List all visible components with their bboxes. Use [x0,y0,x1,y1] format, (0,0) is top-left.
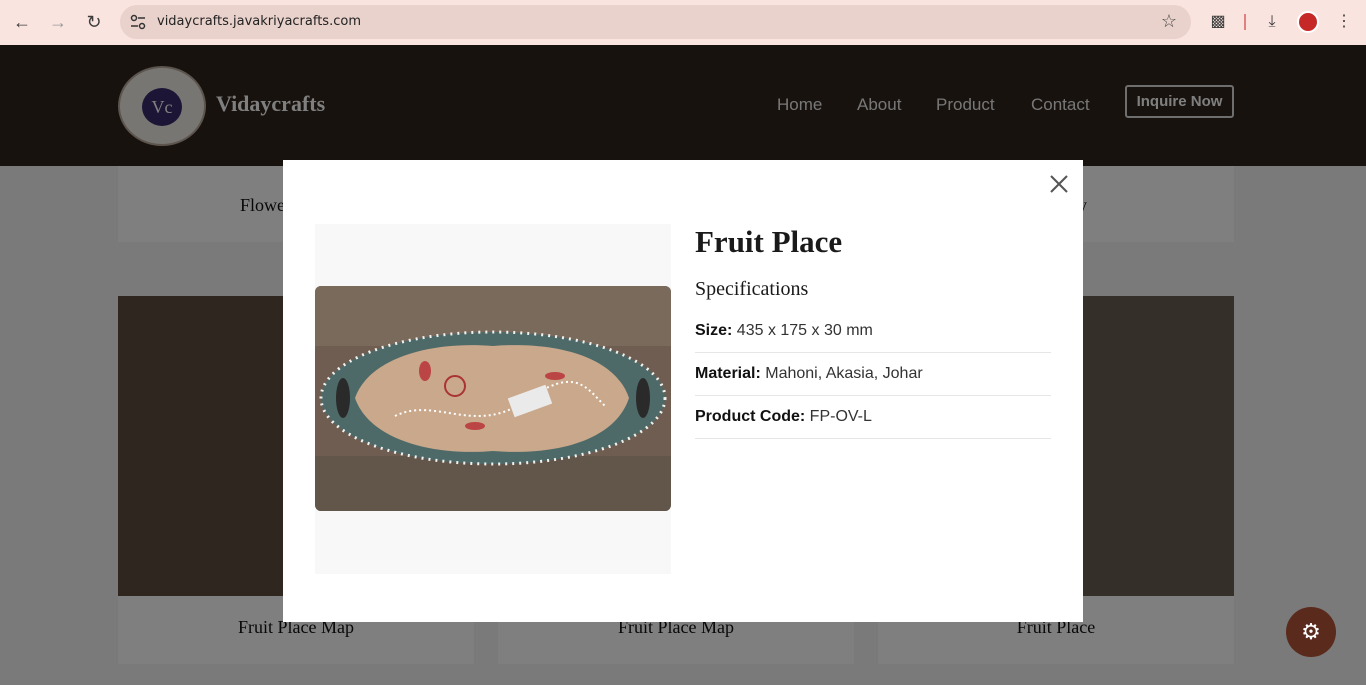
spec-size: Size: 435 x 175 x 30 mm [695,310,1051,353]
profile-avatar[interactable] [1297,11,1319,33]
url-text[interactable]: vidaycrafts.javakriyacrafts.com [157,14,361,29]
download-icon[interactable]: ⤓ [1260,10,1284,34]
specifications-heading: Specifications [695,278,809,300]
site-settings-icon[interactable] [130,14,146,30]
spec-material: Material: Mahoni, Akasia, Johar [695,353,1051,396]
toolbar-divider [1244,14,1246,30]
product-image-area [315,224,671,574]
reload-icon[interactable]: ↻ [82,10,106,34]
extensions-icon[interactable]: ▩ [1206,10,1230,34]
spec-value: 435 x 175 x 30 mm [736,322,873,339]
product-title: Fruit Place [695,224,843,259]
spec-label: Product Code: [695,408,806,425]
product-modal: Fruit Place Specifications Size: 435 x 1… [283,160,1083,622]
spec-label: Size: [695,322,733,339]
spec-value: Mahoni, Akasia, Johar [765,365,923,382]
back-icon[interactable]: ← [10,10,34,34]
forward-icon[interactable]: → [46,10,70,34]
bookmark-star-icon[interactable]: ☆ [1161,11,1177,32]
close-icon[interactable] [1047,172,1071,196]
settings-gear-icon[interactable]: ⚙ [1286,607,1336,657]
more-menu-icon[interactable]: ⋮ [1332,10,1356,34]
spec-product-code: Product Code: FP-OV-L [695,396,1051,439]
browser-toolbar: ← → ↻ vidaycrafts.javakriyacrafts.com ☆ … [0,0,1366,45]
spec-value: FP-OV-L [809,408,872,425]
product-photo [315,286,671,511]
address-bar[interactable]: vidaycrafts.javakriyacrafts.com ☆ [120,5,1191,39]
spec-label: Material: [695,365,761,382]
page: Vc Vidaycrafts Home About Product Contac… [0,45,1366,685]
